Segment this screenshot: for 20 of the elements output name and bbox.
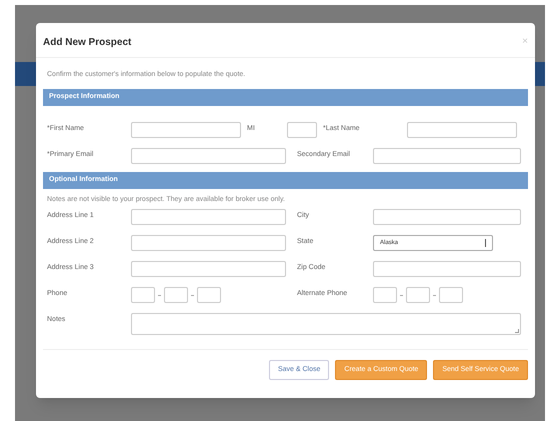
phone-input-field[interactable] — [197, 287, 221, 303]
phone-input-field[interactable] — [164, 287, 188, 303]
input-field[interactable] — [373, 261, 521, 277]
input-field[interactable] — [131, 209, 286, 225]
input-field[interactable] — [373, 209, 521, 225]
phone-input-field[interactable] — [131, 287, 155, 303]
notes-field[interactable] — [131, 313, 521, 335]
phone-input-field[interactable] — [406, 287, 430, 303]
input-field[interactable] — [373, 148, 521, 164]
close-button[interactable]: × — [522, 37, 528, 47]
input-field[interactable] — [287, 122, 317, 138]
input-field[interactable] — [407, 122, 517, 138]
input-field[interactable] — [131, 148, 286, 164]
phone-input-field[interactable] — [373, 287, 397, 303]
resize-handle-icon — [515, 329, 519, 333]
dialog-title: Add New Prospect — [43, 36, 132, 50]
input-field[interactable] — [131, 122, 241, 138]
input-field[interactable] — [131, 235, 286, 251]
input-field[interactable] — [131, 261, 286, 277]
phone-input-field[interactable] — [439, 287, 463, 303]
